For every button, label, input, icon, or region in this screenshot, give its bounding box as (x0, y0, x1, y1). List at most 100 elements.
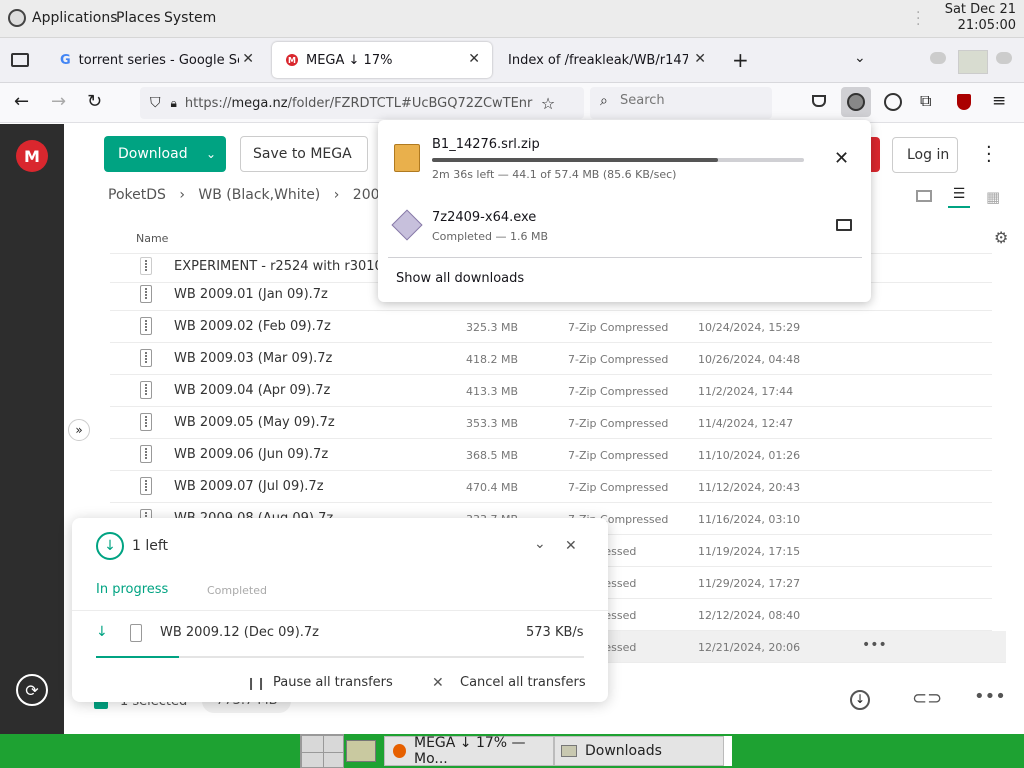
shield-icon[interactable]: ⛉ (150, 95, 161, 111)
menu-icon[interactable]: ≡ (992, 91, 1006, 111)
show-all-downloads-link[interactable]: Show all downloads (396, 271, 524, 286)
tab-completed[interactable]: Completed (207, 584, 267, 597)
row-date: 11/16/2024, 03:10 (698, 513, 801, 526)
clock[interactable]: Sat Dec 21 21:05:00 (945, 2, 1016, 34)
transfer-widget: ↓ 1 left ⌄ ✕ In progress Completed ↓ WB … (72, 518, 608, 702)
chevron-right-icon: › (333, 187, 340, 203)
account-icon[interactable] (884, 93, 902, 111)
downloads-button[interactable] (841, 87, 871, 117)
row-size: 418.2 MB (466, 353, 519, 366)
download-item[interactable]: 7z2409-x64.exe Completed — 1.6 MB (378, 190, 871, 254)
download-button[interactable]: Download ⌄ (104, 136, 226, 172)
download-status: 2m 36s left — 44.1 of 57.4 MB (85.6 KB/s… (432, 168, 677, 181)
download-progress-icon (847, 93, 865, 111)
row-date: 11/12/2024, 20:43 (698, 481, 801, 494)
tab-index[interactable]: Index of /freakleak/WB/r14726 ✕ (494, 42, 718, 78)
forward-icon[interactable]: → (51, 91, 66, 112)
download-circle-icon[interactable]: ↓ (850, 690, 870, 710)
taskbar-downloads[interactable]: Downloads (554, 736, 724, 766)
grid-view-icon[interactable]: ▦ (986, 188, 1000, 206)
thumbnail-view-icon[interactable] (916, 190, 932, 202)
bookmark-star-icon[interactable]: ☆ (541, 94, 555, 113)
chevron-right-icon: › (179, 187, 185, 203)
pocket-icon[interactable] (812, 95, 826, 107)
mega-logo[interactable]: M (16, 140, 48, 172)
table-row[interactable]: WB 2009.05 (May 09).7z 353.3 MB 7-Zip Comp… (110, 407, 992, 439)
url-bar[interactable]: ⛉ 🔒︎ https://mega.nz/folder/FZRDTCTL#UcB… (140, 87, 584, 119)
hidden-red-button[interactable] (870, 137, 880, 172)
ublock-icon[interactable] (957, 94, 971, 110)
list-tabs-icon[interactable]: ⌄ (854, 50, 866, 66)
row-name: WB 2009.01 (Jan 09).7z (174, 287, 328, 302)
cancel-all-button[interactable]: Cancel all transfers (460, 675, 586, 690)
show-desktop-icon[interactable] (346, 740, 376, 762)
system-menu[interactable]: System (164, 10, 216, 26)
close-icon[interactable]: ✕ (468, 51, 480, 67)
archive-file-icon (140, 445, 152, 463)
row-type: 7-Zip Compressed (568, 481, 669, 494)
table-row[interactable]: WB 2009.02 (Feb 09).7z 325.3 MB 7-Zip Comp… (110, 311, 992, 343)
download-name: B1_14276.srl.zip (432, 137, 540, 152)
tab-overview-icon[interactable] (11, 53, 29, 67)
cancel-icon[interactable]: ✕ (432, 675, 444, 691)
window-maximize-icon[interactable] (958, 50, 988, 74)
back-icon[interactable]: ← (14, 91, 29, 112)
new-tab-icon[interactable]: + (732, 48, 749, 72)
expand-sidebar-icon[interactable]: » (68, 419, 90, 441)
window-close-icon[interactable] (996, 52, 1012, 64)
search-bar[interactable]: ⌕ (590, 87, 772, 119)
applications-menu[interactable]: Applications (32, 10, 118, 26)
transfers-left: 1 left (132, 538, 169, 554)
pause-icon[interactable]: ❙❙ (246, 676, 266, 690)
column-name[interactable]: Name (136, 232, 168, 245)
download-item[interactable]: B1_14276.srl.zip 2m 36s left — 44.1 of 5… (378, 120, 871, 190)
workspace-switcher[interactable] (300, 734, 344, 768)
row-date: 11/2/2024, 17:44 (698, 385, 794, 398)
close-icon[interactable]: ✕ (242, 51, 254, 67)
row-type: 7-Zip Compressed (568, 449, 669, 462)
table-row[interactable]: WB 2009.07 (Jul 09).7z 470.4 MB 7-Zip Comp… (110, 471, 992, 503)
link-icon[interactable]: ⊂⊃ (912, 688, 942, 709)
clock-date: Sat Dec 21 (944, 2, 1016, 17)
cancel-download-icon[interactable]: ✕ (834, 148, 849, 169)
close-icon[interactable]: ✕ (694, 51, 706, 67)
breadcrumb-item[interactable]: PoketDS (108, 187, 166, 203)
more-options-icon[interactable]: · · · (986, 139, 992, 171)
pause-all-button[interactable]: Pause all transfers (273, 675, 393, 690)
places-menu[interactable]: Places (116, 10, 161, 26)
row-date: 11/10/2024, 01:26 (698, 449, 801, 462)
close-icon[interactable]: ✕ (565, 538, 577, 554)
search-input[interactable] (620, 93, 760, 108)
window-minimize-icon[interactable] (930, 52, 946, 64)
lock-icon[interactable]: 🔒︎ (171, 96, 177, 111)
row-size: 368.5 MB (466, 449, 519, 462)
folder-icon[interactable] (836, 219, 852, 231)
gnome-foot-icon[interactable] (8, 9, 26, 27)
tab-google[interactable]: G torrent series - Google Sear ✕ (46, 42, 266, 78)
chevron-down-icon[interactable]: ⌄ (206, 147, 216, 161)
sync-icon[interactable]: ⟳ (16, 674, 48, 706)
archive-file-icon (140, 477, 152, 495)
tab-in-progress[interactable]: In progress (96, 582, 168, 597)
more-actions-icon[interactable]: ••• (974, 686, 1006, 707)
list-view-icon[interactable]: ☰ (948, 186, 970, 208)
table-row[interactable]: WB 2009.04 (Apr 09).7z 413.3 MB 7-Zip Comp… (110, 375, 992, 407)
row-more-icon[interactable]: ••• (862, 637, 887, 653)
transfer-progress-fill (96, 656, 179, 658)
nav-bar: ← → ↻ ⛉ 🔒︎ https://mega.nz/folder/FZRDTC… (0, 83, 1024, 123)
divider (72, 610, 608, 611)
save-to-mega-button[interactable]: Save to MEGA (240, 136, 368, 172)
breadcrumb-item[interactable]: WB (Black,White) (198, 187, 320, 203)
tab-mega[interactable]: M MEGA ↓ 17% ✕ (272, 42, 492, 78)
table-row[interactable]: WB 2009.06 (Jun 09).7z 368.5 MB 7-Zip Comp… (110, 439, 992, 471)
column-settings-icon[interactable]: ⚙ (994, 228, 1008, 247)
chevron-down-icon[interactable]: ⌄ (534, 536, 546, 552)
extensions-icon[interactable]: ⧉ (920, 91, 931, 111)
divider (388, 257, 862, 258)
tab-strip: G torrent series - Google Sear ✕ M MEGA … (0, 38, 1024, 83)
reload-icon[interactable]: ↻ (87, 91, 102, 112)
login-button[interactable]: Log in (892, 137, 958, 173)
table-row[interactable]: WB 2009.03 (Mar 09).7z 418.2 MB 7-Zip Comp… (110, 343, 992, 375)
taskbar-firefox[interactable]: MEGA ↓ 17% — Mo... (384, 735, 554, 767)
row-name: WB 2009.07 (Jul 09).7z (174, 479, 324, 494)
